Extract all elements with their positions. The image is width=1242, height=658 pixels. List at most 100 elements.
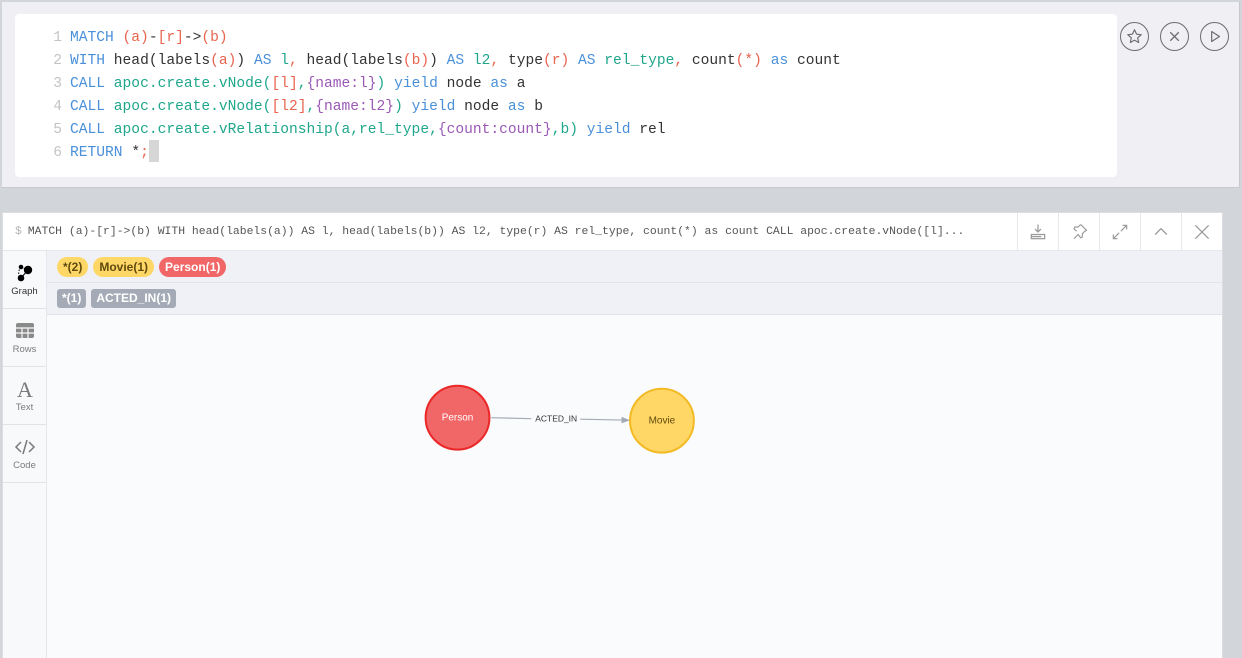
relationship-line[interactable]	[491, 417, 532, 420]
favorite-button[interactable]	[1120, 22, 1149, 51]
code-token: )	[429, 53, 438, 69]
editor-actions	[1120, 22, 1229, 51]
code-token: apoc.create.vNode(	[113, 99, 272, 115]
label-pill-movie[interactable]: Movie(1)	[93, 256, 155, 277]
line-number: 2	[53, 53, 62, 69]
svg-text:A: A	[17, 379, 33, 399]
code-token: {name:l2}	[315, 99, 395, 115]
line-number: 3	[53, 76, 62, 92]
code-token: (	[148, 53, 158, 69]
code-token: MATCH	[70, 30, 123, 46]
code-token: labels	[157, 53, 211, 69]
code-token: {name:l}	[306, 76, 377, 92]
view-tab-text[interactable]: A Text	[3, 367, 46, 425]
editor-frame: 1 MATCH (a)-[r]->(b) 2 WITH head(labels(a))…	[2, 2, 1240, 188]
code-token: AS	[437, 53, 473, 69]
text-icon: A	[17, 379, 33, 399]
node-caption: Person	[442, 413, 474, 424]
relationship-caption: ACTED_IN	[535, 414, 577, 424]
code-line[interactable]: 1 MATCH (a)-[r]->(b)	[15, 27, 1117, 50]
expand-icon	[1112, 224, 1128, 240]
code-token: b	[534, 99, 543, 115]
play-icon	[1211, 30, 1221, 43]
code-line[interactable]: 3 CALL apoc.create.vNode([l],{name:l}) yi…	[15, 73, 1117, 96]
graph-svg: ACTED_IN Person Movie	[424, 384, 695, 454]
code-token: CALL	[70, 76, 114, 92]
code-token: (*)	[735, 53, 762, 69]
fullscreen-button[interactable]	[1099, 213, 1140, 251]
code-token: node	[446, 76, 482, 92]
line-number: 1	[53, 30, 62, 46]
code-token: ,b)	[551, 122, 578, 138]
rel-tag-acted-in[interactable]: ACTED_IN(1)	[91, 289, 177, 308]
code-line[interactable]: 6 RETURN *;	[15, 139, 1117, 165]
line-number: 4	[53, 99, 62, 115]
graph-icon	[17, 264, 32, 281]
result-view-sidebar: Graph Rows A Text Code	[3, 251, 47, 658]
code-token: ->	[183, 30, 202, 46]
code-token: (r)	[542, 53, 570, 69]
line-number: 5	[53, 122, 62, 138]
code-token: AS	[569, 53, 605, 69]
code-token: apoc.create.vRelationship(a,rel_type,	[113, 122, 438, 138]
relationship-arrow[interactable]	[580, 416, 630, 424]
code-token: )	[394, 99, 403, 115]
code-token: (a)	[122, 30, 149, 46]
code-token: )	[376, 76, 386, 92]
code-token: count	[796, 53, 841, 69]
code-token: l	[280, 53, 289, 69]
result-header-actions	[1017, 213, 1222, 251]
code-token: ,	[674, 53, 692, 69]
code-token: apoc.create.vNode(	[113, 76, 272, 92]
node-labels-legend: *(2) Movie(1) Person(1)	[47, 251, 1222, 283]
close-icon	[1194, 224, 1210, 240]
view-tab-code[interactable]: Code	[3, 425, 46, 483]
result-header: $ MATCH (a)-[r]->(b) WITH head(labels(a))…	[3, 213, 1222, 251]
view-tab-rows[interactable]: Rows	[3, 309, 46, 367]
pin-icon	[1073, 224, 1088, 240]
code-token: rel_type	[604, 53, 675, 69]
code-line[interactable]: 5 CALL apoc.create.vRelationship(a,rel_ty…	[15, 119, 1117, 142]
code-token: CALL	[70, 99, 114, 115]
view-tab-label: Graph	[11, 285, 38, 297]
code-token: as	[481, 76, 517, 92]
code-token: [l]	[271, 76, 298, 92]
relationship-types-legend: *(1) ACTED_IN(1)	[47, 283, 1222, 315]
code-token: yield	[385, 76, 447, 92]
code-token: ,	[490, 53, 508, 69]
view-tab-label: Rows	[12, 343, 37, 355]
code-token: ,	[306, 99, 316, 115]
query-editor[interactable]: 1 MATCH (a)-[r]->(b) 2 WITH head(labels(a))…	[15, 14, 1117, 177]
rel-tag-all[interactable]: *(1)	[57, 289, 87, 308]
prompt-symbol: $	[15, 226, 22, 238]
code-token: AS	[245, 53, 281, 69]
code-token: ;	[140, 145, 149, 161]
result-query-summary[interactable]: $ MATCH (a)-[r]->(b) WITH head(labels(a))…	[15, 213, 1005, 251]
label-pill-all[interactable]: *(2)	[57, 256, 89, 277]
code-line[interactable]: 2 WITH head(labels(a)) AS l, head(labels(…	[15, 50, 1117, 73]
pin-button[interactable]	[1058, 213, 1099, 251]
download-button[interactable]	[1017, 213, 1058, 251]
table-icon	[15, 322, 34, 338]
label-pill-person[interactable]: Person(1)	[159, 256, 227, 277]
collapse-button[interactable]	[1140, 213, 1181, 251]
code-token: yield	[577, 122, 640, 138]
graph-canvas[interactable]: ACTED_IN Person Movie	[47, 315, 1222, 658]
code-line[interactable]: 4 CALL apoc.create.vNode([l2],{name:l2}) …	[15, 96, 1117, 119]
code-token: )	[236, 53, 246, 69]
run-query-button[interactable]	[1200, 22, 1229, 51]
code-token: yield	[402, 99, 465, 115]
code-token: type	[507, 53, 543, 69]
download-icon	[1030, 224, 1046, 240]
node-movie[interactable]: Movie	[629, 387, 695, 454]
code-token: rel	[639, 122, 666, 138]
node-person[interactable]: Person	[424, 384, 491, 451]
code-token: head	[113, 53, 149, 69]
code-token: CALL	[70, 122, 114, 138]
code-icon	[14, 439, 35, 454]
view-tab-label: Text	[15, 401, 34, 413]
clear-editor-button[interactable]	[1160, 22, 1189, 51]
view-tab-graph[interactable]: Graph	[3, 251, 46, 309]
close-result-button[interactable]	[1181, 213, 1222, 251]
text-cursor	[148, 139, 159, 162]
